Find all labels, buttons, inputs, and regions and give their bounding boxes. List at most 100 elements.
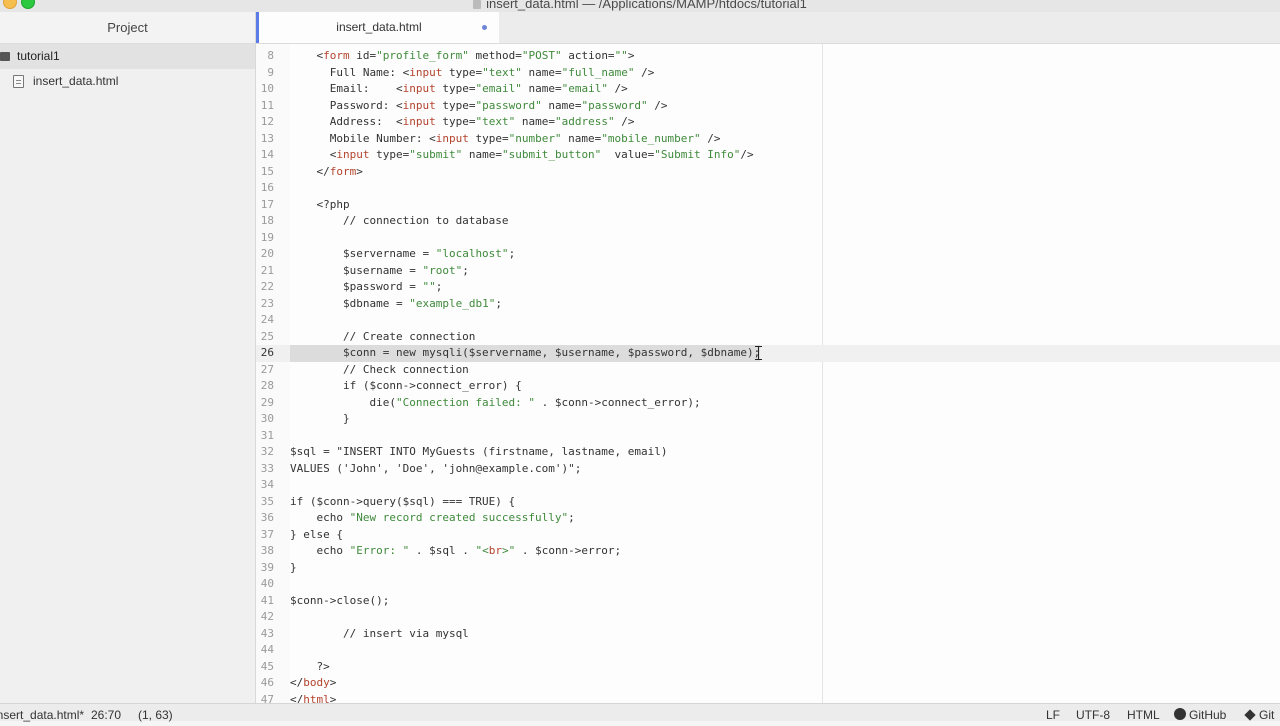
code-line[interactable]: 47 </html> — [256, 692, 1280, 704]
code-text: </body> — [290, 676, 337, 689]
code-line[interactable]: 24 — [256, 312, 1280, 329]
code-line[interactable]: 32 $sql = "INSERT INTO MyGuests (firstnam… — [256, 444, 1280, 461]
code-line[interactable]: 20 $servername = "localhost"; — [256, 246, 1280, 263]
code-text: <?php — [290, 197, 350, 211]
status-line-ending[interactable]: LF — [1046, 704, 1060, 726]
code-line[interactable]: 10 Email: <input type="email" name="emai… — [256, 81, 1280, 98]
code-line[interactable]: 38 echo "Error: " . $sql . "<br>" . $con… — [256, 543, 1280, 560]
line-number: 15 — [260, 164, 274, 178]
code-line[interactable]: 23 $dbname = "example_db1"; — [256, 296, 1280, 313]
code-line[interactable]: 39} — [256, 560, 1280, 577]
status-encoding[interactable]: UTF-8 — [1076, 704, 1110, 726]
root-folder-label: tutorial1 — [17, 49, 60, 63]
line-number: 21 — [260, 263, 274, 277]
code-text: $servername = "localhost"; — [290, 247, 516, 260]
code-text: die("Connection failed: " . $conn->conne… — [290, 395, 701, 409]
code-line[interactable]: 15 </form> — [256, 164, 1280, 181]
code-text: } — [290, 412, 350, 425]
code-line[interactable]: 33 VALUES ('John', 'Doe', 'john@example.c… — [256, 461, 1280, 478]
status-file-name[interactable]: insert_data.html* — [0, 704, 84, 726]
code-text: echo "New record created successfully"; — [290, 511, 575, 524]
line-number: 27 — [260, 362, 274, 376]
line-number: 30 — [260, 412, 274, 425]
code-line[interactable]: 45 ?> — [256, 659, 1280, 676]
code-line[interactable]: 34 — [256, 477, 1280, 494]
code-line[interactable]: 30 } — [256, 411, 1280, 428]
project-panel-header: Project — [0, 12, 255, 44]
code-line[interactable]: 40 — [256, 576, 1280, 593]
code-line[interactable]: 44 — [256, 642, 1280, 659]
code-line[interactable]: 37 } else { — [256, 527, 1280, 544]
code-text: if ($conn->query($sql) === TRUE) { — [290, 494, 516, 508]
code-line[interactable]: 31 — [256, 428, 1280, 445]
code-line[interactable]: 25 // Create connection — [256, 329, 1280, 346]
code-text: $username = "root"; — [290, 263, 469, 277]
tab-label: insert_data.html — [336, 20, 422, 34]
line-number: 38 — [260, 544, 274, 557]
line-number: 10 — [260, 82, 274, 95]
code-text: $dbname = "example_db1"; — [290, 296, 502, 310]
code-line[interactable]: 9 Full Name: <input type="text" name="fu… — [256, 65, 1280, 82]
window-title: insert_data.html — /Applications/MAMP/ht… — [0, 0, 1280, 11]
line-number: 37 — [260, 527, 274, 541]
status-selection-count: (1, 63) — [138, 708, 173, 722]
code-area[interactable]: 8 <form id="profile_form" method="POST" … — [256, 38, 1280, 703]
line-number: 23 — [260, 296, 274, 310]
code-line[interactable]: 16 — [256, 180, 1280, 197]
line-number: 31 — [260, 428, 274, 442]
line-number: 32 — [260, 445, 274, 458]
code-line[interactable]: 29 die("Connection failed: " . $conn->co… — [256, 395, 1280, 412]
line-number: 36 — [260, 511, 274, 524]
line-number: 39 — [260, 560, 274, 574]
code-text: } else { — [290, 527, 343, 541]
code-line[interactable]: 12 Address: <input type="text" name="add… — [256, 114, 1280, 131]
file-label: insert_data.html — [33, 74, 119, 88]
code-line[interactable]: 43 // insert via mysql — [256, 626, 1280, 643]
tree-root-folder[interactable]: tutorial1 — [0, 44, 255, 69]
code-text: Password: <input type="password" name="p… — [290, 98, 668, 112]
code-line[interactable]: 46 </body> — [256, 675, 1280, 692]
line-number: 45 — [260, 659, 274, 673]
code-line[interactable]: 27 // Check connection — [256, 362, 1280, 379]
code-line[interactable]: 17 <?php — [256, 197, 1280, 214]
code-line[interactable]: 36 echo "New record created successfully… — [256, 510, 1280, 527]
code-text: <input type="submit" name="submit_button… — [290, 148, 754, 161]
code-line[interactable]: 21 $username = "root"; — [256, 263, 1280, 280]
code-line[interactable]: 42 — [256, 609, 1280, 626]
code-line[interactable]: 22 $password = ""; — [256, 279, 1280, 296]
code-line[interactable]: 11 Password: <input type="password" name… — [256, 98, 1280, 115]
file-icon — [13, 75, 24, 88]
code-text: if ($conn->connect_error) { — [290, 379, 522, 392]
code-line[interactable]: 41 $conn->close(); — [256, 593, 1280, 610]
code-text: Mobile Number: <input type="number" name… — [290, 131, 721, 145]
code-line[interactable]: 18 // connection to database — [256, 213, 1280, 230]
line-number: 40 — [260, 577, 274, 590]
status-cursor-position[interactable]: 26:70 — [91, 704, 121, 726]
line-number: 18 — [260, 214, 274, 227]
code-text: Full Name: <input type="text" name="full… — [290, 65, 655, 79]
status-git[interactable]: Git — [1244, 704, 1274, 726]
code-line[interactable]: 28 if ($conn->connect_error) { — [256, 378, 1280, 395]
line-number: 42 — [260, 610, 274, 623]
line-number: 35 — [260, 494, 274, 508]
line-number: 28 — [260, 379, 274, 392]
code-line[interactable]: 14 <input type="submit" name="submit_but… — [256, 147, 1280, 164]
code-text: $sql = "INSERT INTO MyGuests (firstname,… — [290, 445, 668, 458]
code-line[interactable]: 35 if ($conn->query($sql) === TRUE) { — [256, 494, 1280, 511]
code-text: $conn->close(); — [290, 593, 390, 607]
line-number: 34 — [260, 478, 274, 491]
code-line[interactable]: 8 <form id="profile_form" method="POST" … — [256, 48, 1280, 65]
code-text: // Check connection — [290, 362, 469, 376]
code-text: echo "Error: " . $sql . "<br>" . $conn->… — [290, 544, 622, 557]
code-line[interactable]: 19 — [256, 230, 1280, 247]
document-icon — [473, 0, 482, 9]
line-number: 43 — [260, 626, 274, 640]
status-grammar[interactable]: HTML — [1127, 704, 1160, 726]
code-line[interactable]: 13 Mobile Number: <input type="number" n… — [256, 131, 1280, 148]
modified-dot-icon[interactable] — [482, 25, 487, 30]
tree-file-insert-data[interactable]: insert_data.html — [0, 69, 255, 93]
folder-icon — [0, 52, 10, 61]
line-number: 9 — [267, 65, 274, 79]
code-line[interactable]: 26 $conn = new mysqli($servername, $user… — [256, 345, 1280, 362]
status-github[interactable]: GitHub — [1174, 704, 1226, 726]
